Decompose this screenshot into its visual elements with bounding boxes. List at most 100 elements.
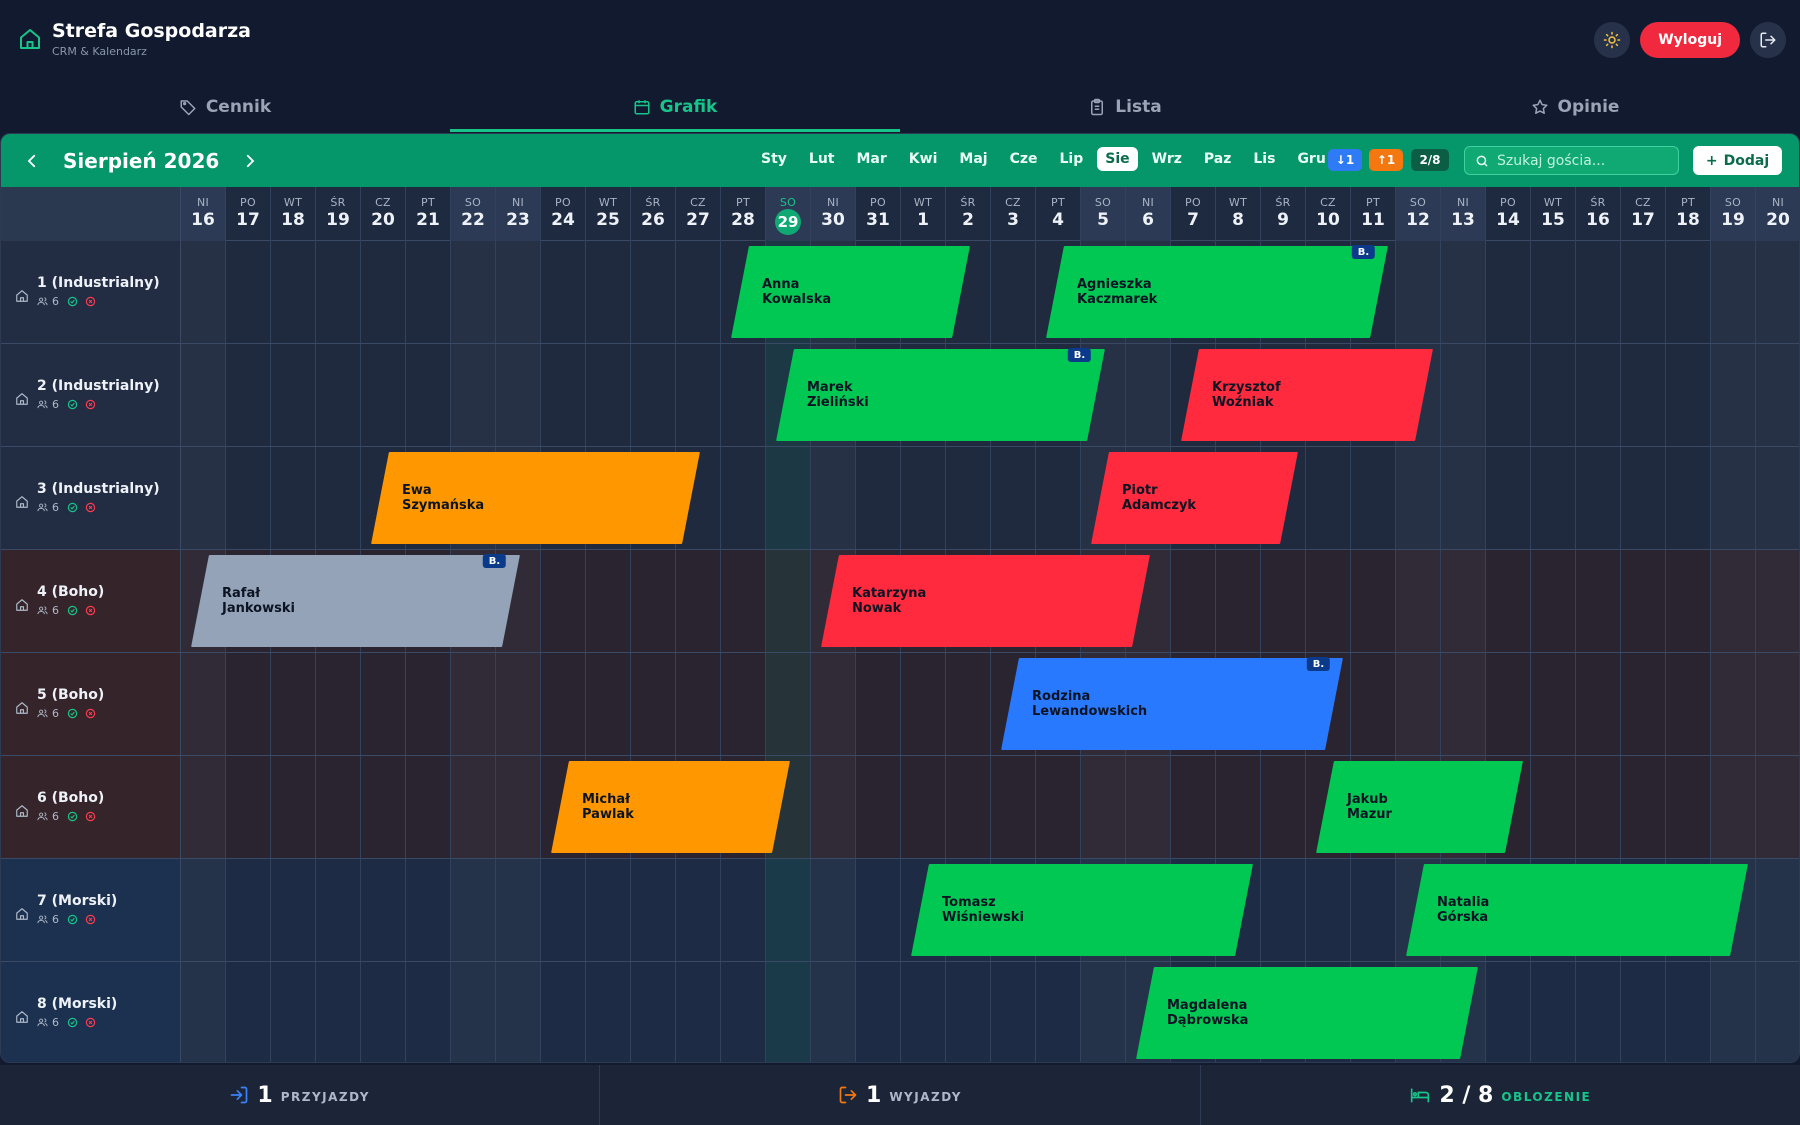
grid-cell[interactable]	[316, 653, 361, 755]
grid-cell[interactable]	[496, 859, 541, 961]
grid-cell[interactable]	[1576, 962, 1621, 1062]
booking-bar[interactable]: Rodzina Lewandowskich B.	[1001, 657, 1343, 750]
grid-cell[interactable]	[1756, 550, 1799, 652]
grid-cell[interactable]	[631, 550, 676, 652]
exit-button[interactable]	[1750, 22, 1786, 58]
grid-cell[interactable]	[631, 859, 676, 961]
grid-cell[interactable]	[1576, 550, 1621, 652]
grid-cell[interactable]	[856, 962, 901, 1062]
grid-cell[interactable]	[406, 756, 451, 858]
grid-cell[interactable]	[991, 962, 1036, 1062]
grid-cell[interactable]	[901, 653, 946, 755]
grid-cell[interactable]	[856, 447, 901, 549]
grid-cell[interactable]	[586, 550, 631, 652]
grid-cell[interactable]	[1531, 756, 1576, 858]
grid-cell[interactable]	[1756, 756, 1799, 858]
grid-cell[interactable]	[271, 241, 316, 343]
grid-cell[interactable]	[1531, 241, 1576, 343]
grid-cell[interactable]	[1711, 962, 1756, 1062]
tab-opinie[interactable]: Opinie	[1350, 82, 1800, 132]
grid-cell[interactable]	[901, 756, 946, 858]
month-button-paz[interactable]: Paz	[1196, 147, 1239, 171]
departures-chip[interactable]: ↑1	[1369, 149, 1403, 171]
grid-cell[interactable]	[1666, 447, 1711, 549]
grid-cell[interactable]	[361, 756, 406, 858]
check-circle-icon[interactable]	[67, 605, 78, 616]
grid-cell[interactable]	[811, 962, 856, 1062]
grid-cell[interactable]	[496, 653, 541, 755]
grid-cell[interactable]	[586, 962, 631, 1062]
grid-cell[interactable]	[1171, 756, 1216, 858]
grid-cell[interactable]	[361, 859, 406, 961]
grid-cell[interactable]	[316, 859, 361, 961]
grid-cell[interactable]	[181, 241, 226, 343]
grid-cell[interactable]	[901, 447, 946, 549]
grid-cell[interactable]	[946, 756, 991, 858]
grid-cell[interactable]	[541, 653, 586, 755]
check-circle-icon[interactable]	[67, 502, 78, 513]
grid-cell[interactable]	[1756, 344, 1799, 446]
grid-cell[interactable]	[226, 653, 271, 755]
grid-cell[interactable]	[1261, 859, 1306, 961]
month-button-wrz[interactable]: Wrz	[1144, 147, 1190, 171]
arrivals-chip[interactable]: ↓1	[1328, 149, 1362, 171]
grid-cell[interactable]	[541, 859, 586, 961]
booking-bar[interactable]: Jakub Mazur	[1316, 761, 1523, 853]
occupancy-chip[interactable]: 2/8	[1411, 149, 1449, 171]
grid-cell[interactable]	[1126, 756, 1171, 858]
x-circle-icon[interactable]	[85, 502, 96, 513]
grid-cell[interactable]	[1486, 447, 1531, 549]
grid-cell[interactable]	[316, 756, 361, 858]
grid-cell[interactable]	[181, 344, 226, 446]
grid-cell[interactable]	[1261, 756, 1306, 858]
booking-bar[interactable]: Rafał Jankowski B.	[191, 554, 520, 647]
tab-grafik[interactable]: Grafik	[450, 82, 900, 132]
grid-cell[interactable]	[1351, 550, 1396, 652]
grid-cell[interactable]	[631, 653, 676, 755]
booking-bar[interactable]: Katarzyna Nowak	[821, 555, 1150, 647]
grid-cell[interactable]	[226, 447, 271, 549]
grid-cell[interactable]	[226, 962, 271, 1062]
grid-cell[interactable]	[406, 859, 451, 961]
logout-button[interactable]: Wyloguj	[1640, 22, 1740, 58]
grid-cell[interactable]	[1621, 550, 1666, 652]
grid-cell[interactable]	[451, 962, 496, 1062]
grid-cell[interactable]	[1351, 447, 1396, 549]
month-button-lis[interactable]: Lis	[1245, 147, 1283, 171]
grid-cell[interactable]	[361, 241, 406, 343]
booking-bar[interactable]: Magdalena Dąbrowska	[1136, 967, 1478, 1059]
grid-cell[interactable]	[316, 962, 361, 1062]
booking-bar[interactable]: Krzysztof Woźniak	[1181, 349, 1433, 441]
grid-cell[interactable]	[271, 653, 316, 755]
check-circle-icon[interactable]	[67, 296, 78, 307]
grid-cell[interactable]	[1666, 756, 1711, 858]
grid-cell[interactable]	[1396, 241, 1441, 343]
room-label-cell[interactable]: 4 (Boho) 6	[1, 550, 181, 652]
room-label-cell[interactable]: 5 (Boho) 6	[1, 653, 181, 755]
grid-cell[interactable]	[1261, 550, 1306, 652]
grid-cell[interactable]	[946, 653, 991, 755]
grid-cell[interactable]	[1711, 447, 1756, 549]
grid-cell[interactable]	[856, 756, 901, 858]
grid-cell[interactable]	[496, 241, 541, 343]
grid-cell[interactable]	[991, 447, 1036, 549]
grid-cell[interactable]	[406, 241, 451, 343]
grid-cell[interactable]	[541, 550, 586, 652]
grid-cell[interactable]	[181, 756, 226, 858]
check-circle-icon[interactable]	[67, 1017, 78, 1028]
grid-cell[interactable]	[1621, 241, 1666, 343]
grid-cell[interactable]	[1576, 653, 1621, 755]
grid-cell[interactable]	[1171, 550, 1216, 652]
tab-cennik[interactable]: Cennik	[0, 82, 450, 132]
month-button-lut[interactable]: Lut	[801, 147, 843, 171]
room-label-cell[interactable]: 2 (Industrialny) 6	[1, 344, 181, 446]
grid-cell[interactable]	[766, 447, 811, 549]
month-button-kwi[interactable]: Kwi	[901, 147, 946, 171]
grid-cell[interactable]	[361, 653, 406, 755]
x-circle-icon[interactable]	[85, 811, 96, 822]
month-button-mar[interactable]: Mar	[849, 147, 895, 171]
month-button-cze[interactable]: Cze	[1002, 147, 1046, 171]
grid-cell[interactable]	[991, 756, 1036, 858]
grid-cell[interactable]	[856, 653, 901, 755]
check-circle-icon[interactable]	[67, 811, 78, 822]
